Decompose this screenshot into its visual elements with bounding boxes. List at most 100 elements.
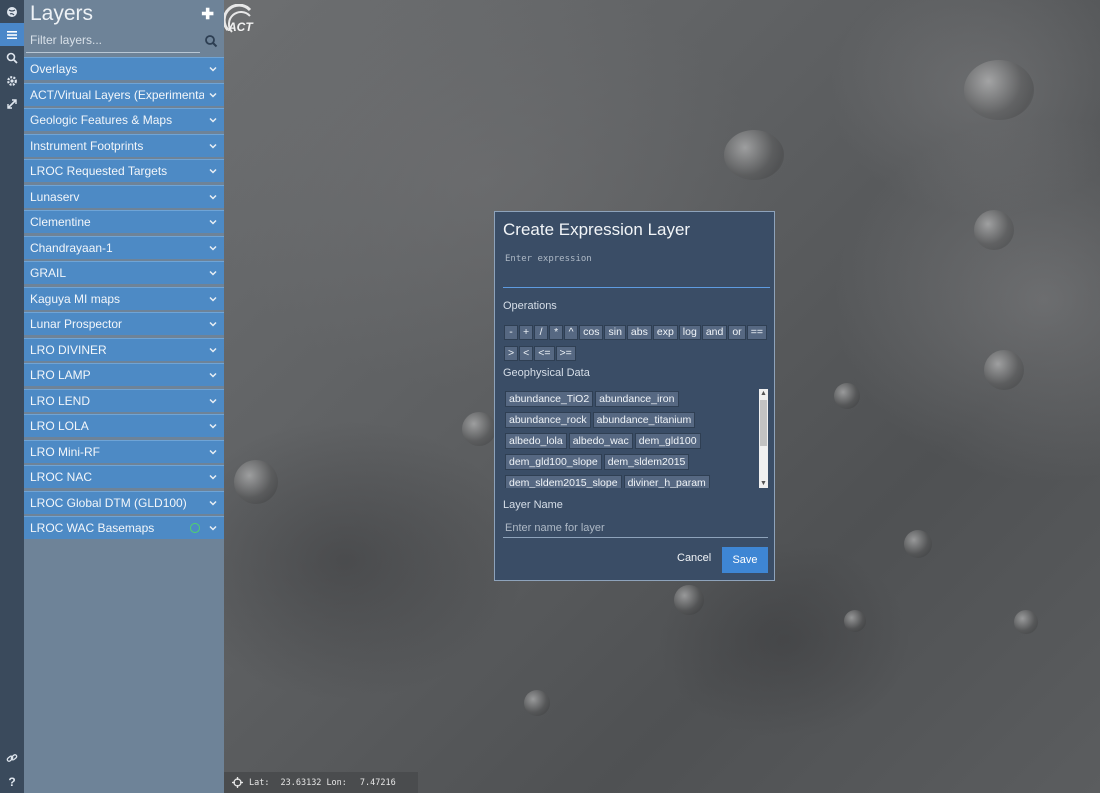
- geophysical-data-tag[interactable]: albedo_wac: [568, 433, 633, 449]
- scroll-down-icon[interactable]: ▼: [759, 479, 768, 488]
- menu-icon[interactable]: [0, 23, 24, 46]
- geophysical-scrollbar[interactable]: ▲ ▼: [759, 389, 768, 488]
- geophysical-data-tag[interactable]: diviner_h_param: [623, 475, 710, 488]
- operation-button[interactable]: >=: [555, 346, 576, 361]
- layer-item[interactable]: Overlays: [24, 57, 224, 80]
- operation-button[interactable]: and: [701, 325, 728, 340]
- operation-button[interactable]: cos: [579, 325, 604, 340]
- layer-item[interactable]: LRO DIVINER: [24, 337, 224, 361]
- add-layer-icon[interactable]: ✚: [201, 5, 214, 23]
- layer-item[interactable]: LROC WAC Basemaps: [24, 516, 224, 539]
- layer-item-label: LROC WAC Basemaps: [30, 521, 155, 535]
- geophysical-data-tag[interactable]: dem_sldem2015: [603, 454, 690, 470]
- layer-item[interactable]: ACT/Virtual Layers (Experimental): [24, 82, 224, 106]
- layer-item[interactable]: GRAIL: [24, 261, 224, 284]
- chevron-down-icon[interactable]: [208, 115, 218, 125]
- geophysical-data-tag[interactable]: abundance_iron: [595, 391, 679, 407]
- lat-label: Lat:: [249, 777, 270, 788]
- layer-item[interactable]: Kaguya MI maps: [24, 286, 224, 310]
- geophysical-data-tag[interactable]: abundance_TiO2: [505, 391, 594, 407]
- chevron-down-icon[interactable]: [208, 192, 218, 202]
- layer-item[interactable]: Chandrayaan-1: [24, 235, 224, 259]
- operation-button[interactable]: -: [504, 325, 518, 340]
- layer-name-input[interactable]: [503, 519, 768, 538]
- operation-button[interactable]: exp: [652, 325, 678, 340]
- scroll-up-icon[interactable]: ▲: [759, 389, 768, 398]
- layer-item[interactable]: LRO LOLA: [24, 414, 224, 437]
- operation-button[interactable]: ^: [564, 325, 579, 340]
- help-icon[interactable]: ?: [0, 770, 24, 793]
- crosshair-icon[interactable]: [232, 777, 243, 788]
- chevron-down-icon[interactable]: [208, 370, 218, 380]
- layer-item[interactable]: LRO LEND: [24, 388, 224, 412]
- search-icon[interactable]: [204, 34, 218, 48]
- left-toolbar: [0, 0, 24, 793]
- status-indicator-icon: [190, 523, 200, 533]
- zoom-search-icon[interactable]: [0, 46, 24, 69]
- operation-button[interactable]: >: [504, 346, 519, 361]
- lon-label: Lon:: [326, 777, 347, 788]
- operation-button[interactable]: *: [549, 325, 564, 340]
- geophysical-data-tag[interactable]: dem_gld100_slope: [505, 454, 602, 470]
- operation-button[interactable]: abs: [626, 325, 652, 340]
- layer-item[interactable]: Geologic Features & Maps: [24, 108, 224, 131]
- resize-icon[interactable]: [0, 92, 24, 115]
- geophysical-data-tag[interactable]: abundance_titanium: [592, 412, 696, 428]
- link-icon[interactable]: [0, 746, 24, 769]
- operation-button[interactable]: or: [728, 325, 746, 340]
- layer-item[interactable]: LRO Mini-RF: [24, 439, 224, 463]
- chevron-down-icon[interactable]: [208, 294, 218, 304]
- operation-button[interactable]: <=: [534, 346, 555, 361]
- operation-button[interactable]: ==: [746, 325, 767, 340]
- scroll-thumb[interactable]: [760, 400, 767, 446]
- map-crater: [234, 460, 278, 504]
- gear-icon[interactable]: [0, 69, 24, 92]
- layer-item[interactable]: Lunar Prospector: [24, 312, 224, 335]
- chevron-down-icon[interactable]: [208, 396, 218, 406]
- operation-button[interactable]: <: [519, 346, 534, 361]
- chevron-down-icon[interactable]: [208, 90, 218, 100]
- expression-input[interactable]: [503, 250, 770, 288]
- chevron-down-icon[interactable]: [208, 243, 218, 253]
- layer-item[interactable]: LROC Global DTM (GLD100): [24, 490, 224, 514]
- geophysical-data-label: Geophysical Data: [503, 367, 590, 379]
- layer-item-label: Overlays: [30, 62, 78, 76]
- geophysical-data-tag[interactable]: dem_gld100: [634, 433, 701, 449]
- cancel-button[interactable]: Cancel: [677, 552, 711, 564]
- operation-button[interactable]: +: [519, 325, 534, 340]
- chevron-down-icon[interactable]: [208, 472, 218, 482]
- operation-button[interactable]: log: [678, 325, 701, 340]
- save-button[interactable]: Save: [722, 547, 768, 573]
- chevron-down-icon[interactable]: [208, 268, 218, 278]
- layer-item-label: Lunaserv: [30, 189, 80, 204]
- geophysical-data-tag[interactable]: albedo_lola: [505, 433, 567, 449]
- chevron-down-icon[interactable]: [208, 498, 218, 508]
- chevron-down-icon[interactable]: [208, 64, 218, 74]
- chevron-down-icon[interactable]: [208, 421, 218, 431]
- layer-item[interactable]: LRO LAMP: [24, 363, 224, 386]
- chevron-down-icon[interactable]: [208, 141, 218, 151]
- layer-item[interactable]: LROC NAC: [24, 465, 224, 488]
- chevron-down-icon[interactable]: [208, 166, 218, 176]
- operations-label: Operations: [503, 300, 557, 312]
- chevron-down-icon[interactable]: [208, 523, 218, 533]
- geophysical-data-tag[interactable]: abundance_rock: [505, 412, 591, 428]
- geophysical-data-list[interactable]: abundance_TiO2 abundance_ironabundance_ro…: [503, 389, 768, 488]
- layer-list: Overlays ACT/Virtual Layers (Experimental…: [24, 57, 224, 539]
- layer-item[interactable]: Clementine: [24, 210, 224, 233]
- layer-item-label: ACT/Virtual Layers (Experimental): [30, 87, 204, 102]
- filter-layers-input[interactable]: [26, 30, 204, 50]
- globe-icon[interactable]: [0, 0, 24, 23]
- chevron-down-icon[interactable]: [208, 319, 218, 329]
- map-crater: [974, 210, 1014, 250]
- chevron-down-icon[interactable]: [208, 217, 218, 227]
- layer-item[interactable]: LROC Requested Targets: [24, 159, 224, 182]
- map-crater: [724, 130, 784, 180]
- layer-item[interactable]: Instrument Footprints: [24, 133, 224, 157]
- geophysical-data-tag[interactable]: dem_sldem2015_slope: [505, 475, 622, 488]
- layer-item[interactable]: Lunaserv: [24, 184, 224, 208]
- chevron-down-icon[interactable]: [208, 345, 218, 355]
- operation-button[interactable]: /: [534, 325, 549, 340]
- chevron-down-icon[interactable]: [208, 447, 218, 457]
- operation-button[interactable]: sin: [604, 325, 626, 340]
